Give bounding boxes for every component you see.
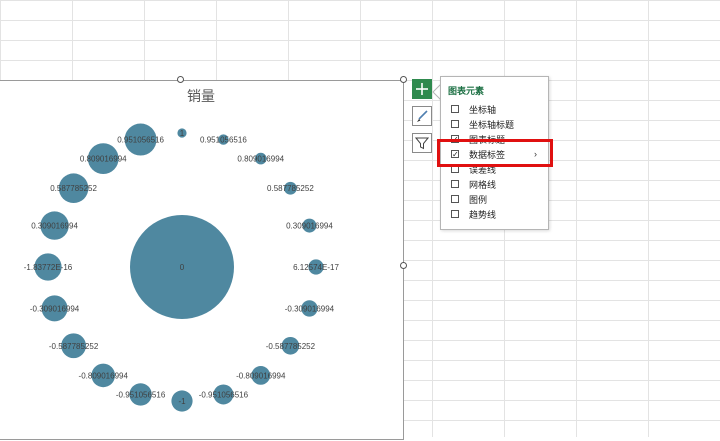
element-axis-titles[interactable]: 坐标轴标题 [451,117,543,131]
data-label-1[interactable]: 1 [180,129,185,138]
data-label-0[interactable]: 0 [180,263,185,272]
trendline-label: 趋势线 [469,209,497,220]
brush-icon [417,110,428,122]
data-label-9[interactable]: -0.809016994 [236,371,286,380]
data-label-19[interactable]: 0.809016994 [80,155,127,164]
element-axes[interactable]: 坐标轴 [451,102,543,116]
data-label-16[interactable]: -1.83772E-16 [24,263,73,272]
data-label-17[interactable]: 0.309016994 [31,222,78,231]
data-label-10[interactable]: -0.951056516 [199,390,249,399]
gridlines-label: 网格线 [469,179,497,190]
legend-checkbox[interactable] [451,195,459,203]
data-label-13[interactable]: -0.809016994 [79,371,129,380]
chart-area[interactable]: 0 1 0.951056516 0.809016994 0.587785252 0.309… [0,80,404,440]
filter-icon [415,137,429,150]
data-label-5[interactable]: 0.309016994 [286,222,333,231]
data-label-12[interactable]: -0.951056516 [116,390,166,399]
element-legend[interactable]: 图例 [451,192,543,206]
data-labels-highlight [437,139,553,167]
chart-styles-button[interactable] [412,106,432,126]
data-label-11[interactable]: -1 [178,397,186,406]
data-label-8[interactable]: -0.587785252 [266,342,316,351]
data-label-3[interactable]: 0.809016994 [237,155,284,164]
chart-resize-handle-top[interactable] [177,76,184,83]
chart-resize-handle-top-right[interactable] [400,76,407,83]
data-label-7[interactable]: -0.309016994 [285,304,335,313]
chart-elements-button[interactable] [412,79,432,99]
element-trendline[interactable]: 趋势线 [451,207,543,221]
chart-elements-title: 图表元素 [448,86,485,96]
data-label-2[interactable]: 0.951056516 [200,136,247,145]
chart-filters-button[interactable] [412,133,432,153]
data-label-4[interactable]: 0.587785252 [267,184,314,193]
data-label-18[interactable]: 0.587785252 [50,184,97,193]
element-gridlines[interactable]: 网格线 [451,177,543,191]
data-label-14[interactable]: -0.587785252 [49,342,99,351]
axis-titles-label: 坐标轴标题 [469,119,515,130]
bubble-chart: 0 1 0.951056516 0.809016994 0.587785252 0.309… [24,123,339,412]
plus-icon [416,83,428,95]
axes-label: 坐标轴 [469,104,497,115]
trendline-checkbox[interactable] [451,210,459,218]
gridlines-checkbox[interactable] [451,180,459,188]
chart-resize-handle-right[interactable] [400,262,407,269]
legend-label: 图例 [469,194,488,205]
axes-checkbox[interactable] [451,105,459,113]
axis-titles-checkbox[interactable] [451,120,459,128]
data-label-6[interactable]: 6.12574E-17 [293,263,339,272]
data-label-15[interactable]: -0.309016994 [30,304,80,313]
data-label-20[interactable]: 0.951056516 [117,136,164,145]
chart-title[interactable]: 销量 [0,86,403,106]
